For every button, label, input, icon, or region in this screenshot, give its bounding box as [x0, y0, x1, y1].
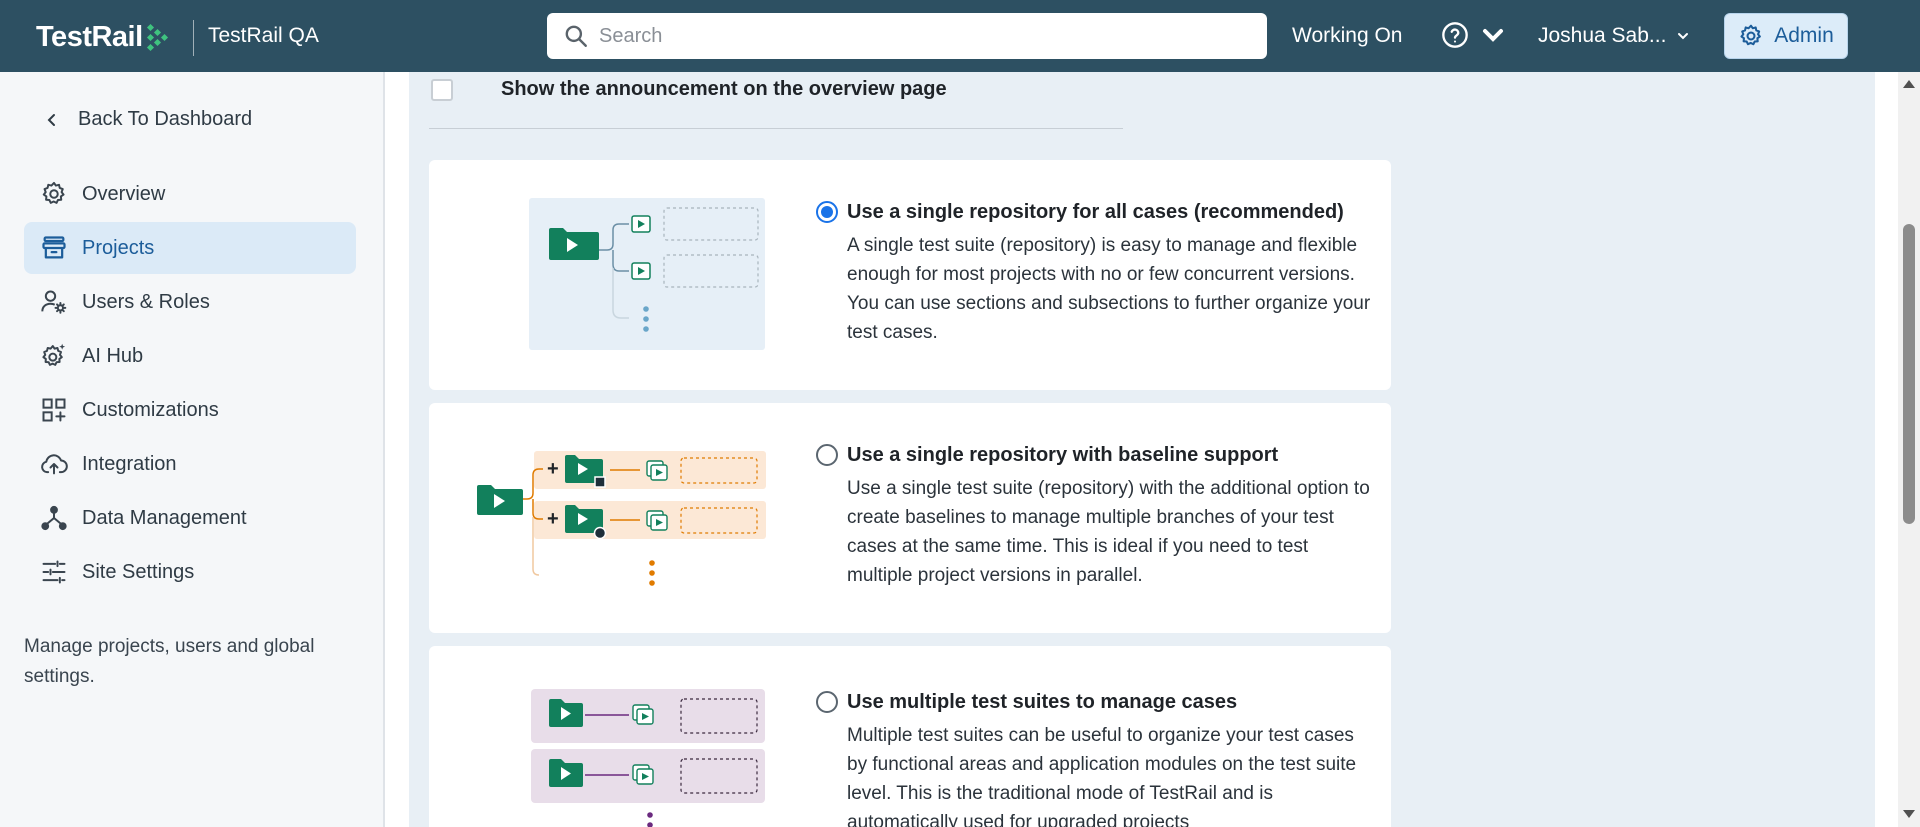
logo-text: TestRail [36, 20, 143, 53]
search-input[interactable] [599, 24, 1239, 48]
cloud-upload-icon [41, 454, 68, 475]
announcement-checkbox[interactable] [431, 78, 453, 101]
sidebar-item-label: Integration [82, 452, 177, 475]
option-baseline-support: Use a single repository with baseline su… [816, 442, 1376, 590]
sidebar-item-label: Projects [82, 236, 155, 259]
baseline-support-radio[interactable] [816, 444, 838, 466]
project-settings-content: Show the announcement on the overview pa… [409, 72, 1875, 827]
gear-icon [1740, 24, 1762, 46]
instance-name[interactable]: TestRail QA [208, 24, 319, 48]
back-to-dashboard-link[interactable]: Back To Dashboard [44, 108, 252, 131]
sidebar-item-label: Site Settings [82, 560, 195, 583]
option-single-repository: Use a single repository for all cases (r… [816, 199, 1376, 347]
sidebar-item-label: Overview [82, 182, 166, 205]
logo-mark-icon [146, 23, 168, 52]
customizations-icon [42, 398, 66, 422]
sidebar-item-data-management[interactable]: Data Management [24, 492, 356, 544]
main-area: Show the announcement on the overview pa… [387, 72, 1877, 827]
top-header: TestRail TestRail QA Working On [0, 0, 1920, 72]
admin-sidebar: Back To Dashboard Overview Projects User… [0, 72, 385, 827]
sidebar-item-label: Users & Roles [82, 290, 210, 313]
page-scrollbar[interactable] [1898, 72, 1920, 827]
multiple-suites-radio[interactable] [816, 691, 838, 713]
data-management-icon [41, 505, 67, 531]
option-description: Multiple test suites can be useful to or… [847, 725, 1357, 827]
scrollbar-thumb[interactable] [1903, 224, 1915, 524]
sidebar-item-customizations[interactable]: Customizations [24, 384, 356, 436]
baseline-support-illustration: + + [477, 451, 766, 586]
sliders-icon [42, 560, 66, 584]
sidebar-item-users-roles[interactable]: Users & Roles [24, 276, 356, 328]
option-description: A single test suite (repository) is easy… [847, 235, 1371, 343]
logo-separator [193, 20, 194, 56]
ai-hub-icon [42, 343, 66, 366]
scroll-down-arrow-icon[interactable] [1903, 810, 1915, 818]
sidebar-item-ai-hub[interactable]: AI Hub [24, 330, 356, 382]
admin-button[interactable]: Admin [1724, 13, 1848, 59]
help-menu[interactable] [1441, 21, 1507, 49]
back-label: Back To Dashboard [78, 108, 253, 130]
single-repository-radio[interactable] [816, 201, 838, 223]
svg-text:+: + [547, 458, 559, 480]
option-multiple-suites: Use multiple test suites to manage cases… [816, 689, 1376, 827]
working-on-link[interactable]: Working On [1292, 24, 1403, 48]
option-title: Use a single repository with baseline su… [847, 444, 1279, 466]
sidebar-item-label: Customizations [82, 398, 219, 421]
users-roles-icon [41, 290, 67, 314]
sidebar-item-label: AI Hub [82, 344, 144, 367]
section-divider [429, 128, 1123, 129]
option-description: Use a single test suite (repository) wit… [847, 478, 1370, 586]
admin-label: Admin [1774, 24, 1834, 47]
option-card-multiple-suites[interactable]: Use multiple test suites to manage cases… [429, 646, 1391, 827]
sidebar-nav: Overview Projects Users & Roles AI Hub C… [24, 168, 356, 600]
multiple-suites-illustration [531, 689, 765, 827]
search-box[interactable] [547, 13, 1267, 59]
projects-icon [42, 236, 66, 259]
gear-icon [42, 181, 65, 204]
help-icon [1442, 22, 1468, 48]
option-card-baseline-support[interactable]: + + Use a single repository with baselin… [429, 403, 1391, 633]
announcement-row: Show the announcement on the overview pa… [431, 78, 947, 101]
sidebar-item-site-settings[interactable]: Site Settings [24, 546, 356, 598]
single-repository-illustration [529, 198, 765, 350]
option-title: Use multiple test suites to manage cases [847, 691, 1238, 713]
option-title: Use a single repository for all cases (r… [847, 201, 1344, 223]
scroll-up-arrow-icon[interactable] [1903, 80, 1915, 88]
sidebar-item-label: Data Management [82, 506, 247, 529]
sidebar-description: Manage projects, users and global settin… [24, 636, 315, 687]
search-icon [565, 25, 587, 47]
announcement-label: Show the announcement on the overview pa… [501, 78, 947, 100]
option-card-single-repository[interactable]: Use a single repository for all cases (r… [429, 160, 1391, 390]
chevron-down-icon [1483, 29, 1503, 42]
chevron-down-icon [1678, 33, 1689, 40]
user-menu[interactable]: Joshua Sab... [1538, 24, 1690, 48]
chevron-left-icon [47, 113, 55, 126]
sidebar-item-integration[interactable]: Integration [24, 438, 356, 490]
user-name: Joshua Sab... [1538, 24, 1667, 47]
svg-text:+: + [547, 508, 559, 530]
sidebar-item-overview[interactable]: Overview [24, 168, 356, 220]
testrail-logo[interactable]: TestRail [36, 20, 169, 53]
sidebar-item-projects[interactable]: Projects [24, 222, 356, 274]
